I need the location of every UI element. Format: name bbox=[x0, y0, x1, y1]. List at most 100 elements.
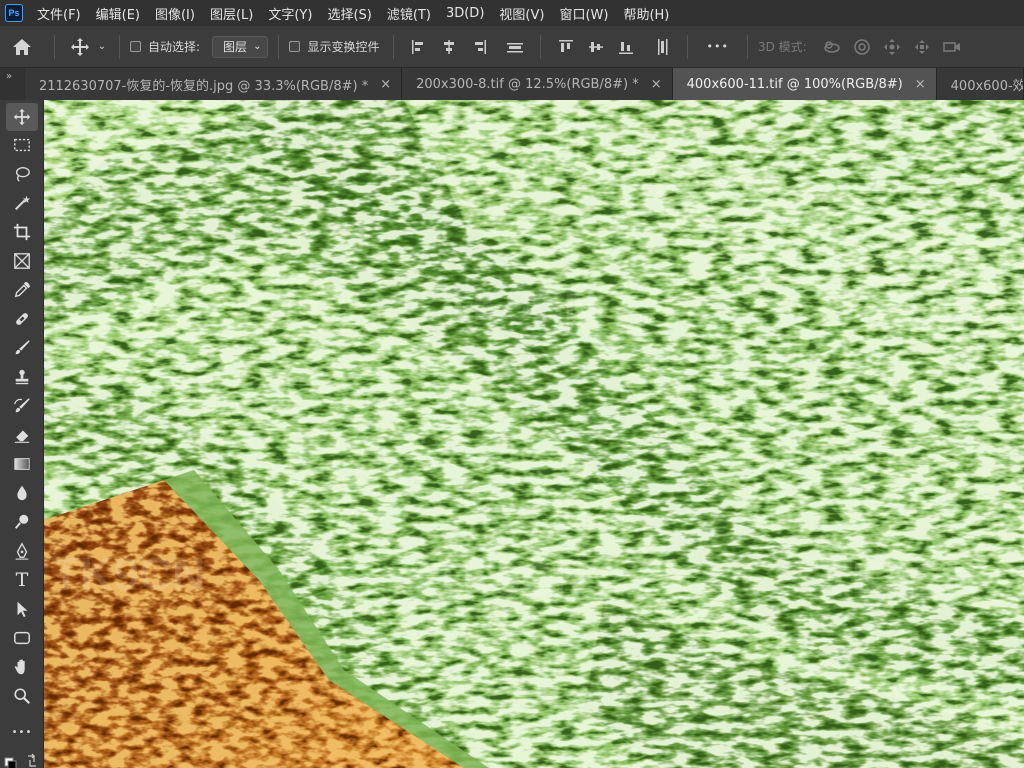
document-canvas[interactable]: TK9CN TK9CN TK9CN TK9CN bbox=[44, 100, 1024, 768]
distribute-icon[interactable] bbox=[504, 36, 526, 58]
tab-document-1[interactable]: 2112630707-恢复的-恢复的.jpg @ 33.3%(RGB/8#) *… bbox=[24, 68, 403, 100]
magic-wand-icon bbox=[14, 195, 31, 211]
align-center-h-icon[interactable] bbox=[438, 36, 460, 58]
eraser-tool[interactable] bbox=[6, 421, 38, 449]
menu-3d[interactable]: 3D(D) bbox=[446, 6, 484, 21]
close-icon[interactable]: × bbox=[915, 77, 926, 92]
chevron-down-icon[interactable]: ⌄ bbox=[95, 41, 109, 52]
dodge-icon bbox=[14, 514, 29, 529]
history-brush-icon bbox=[14, 398, 30, 413]
tab-label: 400x600-11.tif @ 100%(RGB/8#) bbox=[686, 76, 903, 92]
crop-tool[interactable] bbox=[6, 218, 38, 246]
rect-marquee-icon bbox=[14, 138, 30, 152]
separator bbox=[278, 34, 280, 59]
eraser-icon bbox=[14, 430, 30, 443]
separator bbox=[746, 34, 748, 59]
menu-edit[interactable]: 编辑(E) bbox=[96, 4, 140, 23]
align-bottom-icon[interactable] bbox=[615, 36, 637, 58]
menu-filter[interactable]: 滤镜(T) bbox=[387, 4, 431, 23]
dodge-tool[interactable] bbox=[6, 508, 38, 536]
gradient-icon bbox=[14, 458, 30, 470]
canvas-image: TK9CN TK9CN TK9CN TK9CN bbox=[44, 100, 1024, 768]
lasso-tool[interactable] bbox=[6, 160, 38, 188]
move-icon bbox=[13, 108, 31, 126]
eyedropper-tool[interactable] bbox=[6, 276, 38, 304]
zoom-icon bbox=[14, 688, 30, 704]
3d-orbit-icon[interactable] bbox=[821, 36, 843, 58]
menu-layer[interactable]: 图层(L) bbox=[210, 4, 253, 23]
auto-select-label: 自动选择: bbox=[148, 40, 201, 54]
align-right-icon[interactable] bbox=[468, 36, 490, 58]
watermark-text: TK9CN bbox=[824, 553, 977, 605]
align-left-icon[interactable] bbox=[408, 36, 430, 58]
move-tool-preset-icon[interactable] bbox=[65, 37, 95, 57]
watermark-text: TK9CN bbox=[434, 553, 587, 605]
home-icon[interactable] bbox=[0, 26, 44, 68]
drop-icon bbox=[17, 485, 27, 501]
menu-bar: Ps 文件(F) 编辑(E) 图像(I) 图层(L) 文字(Y) 选择(S) 滤… bbox=[0, 0, 1024, 26]
close-icon[interactable]: × bbox=[651, 77, 662, 92]
menu-image[interactable]: 图像(I) bbox=[155, 4, 195, 23]
color-swatches[interactable] bbox=[4, 752, 40, 768]
menu-window[interactable]: 窗口(W) bbox=[559, 4, 608, 23]
move-tool[interactable] bbox=[6, 103, 38, 131]
hand-icon bbox=[14, 659, 25, 675]
menu-select[interactable]: 选择(S) bbox=[327, 4, 371, 23]
tab-document-2[interactable]: 200x300-8.tif @ 12.5%(RGB/8#) * × bbox=[402, 68, 673, 100]
more-tools[interactable]: ••• bbox=[6, 718, 38, 746]
watermark-text: TK9CN bbox=[444, 278, 597, 330]
align-middle-v-icon[interactable] bbox=[585, 36, 607, 58]
panel-collapse-icon[interactable]: » bbox=[0, 68, 25, 100]
pen-icon bbox=[15, 542, 29, 560]
3d-camera-icon[interactable] bbox=[941, 36, 963, 58]
type-tool[interactable]: T bbox=[6, 566, 38, 594]
watermark-text: TK9CN bbox=[52, 548, 205, 600]
tab-document-3[interactable]: 400x600-11.tif @ 100%(RGB/8#) × bbox=[672, 68, 937, 100]
show-transform-label: 显示变换控件 bbox=[307, 40, 380, 54]
bandage-icon bbox=[16, 313, 28, 325]
menu-help[interactable]: 帮助(H) bbox=[623, 4, 669, 23]
healing-tool[interactable] bbox=[6, 305, 38, 333]
close-icon[interactable]: × bbox=[380, 77, 391, 92]
show-transform-checkbox[interactable] bbox=[289, 41, 301, 52]
separator bbox=[119, 34, 120, 59]
crop-icon bbox=[13, 223, 31, 241]
menu-file[interactable]: 文件(F) bbox=[37, 4, 81, 23]
3d-mode-label: 3D 模式: bbox=[757, 40, 807, 54]
3d-pan-icon[interactable] bbox=[881, 36, 903, 58]
frame-tool[interactable] bbox=[6, 247, 38, 275]
ellipsis-icon: ••• bbox=[11, 726, 33, 738]
menu-type[interactable]: 文字(Y) bbox=[268, 4, 312, 23]
tab-label: 200x300-8.tif @ 12.5%(RGB/8#) * bbox=[416, 76, 639, 92]
tab-document-4[interactable]: 400x600-效果图-咖啡色 bbox=[936, 68, 1024, 100]
chevron-down-icon: ⌄ bbox=[253, 41, 262, 52]
tab-label: 2112630707-恢复的-恢复的.jpg @ 33.3%(RGB/8#) * bbox=[38, 78, 369, 94]
tools-panel: T ••• bbox=[0, 100, 44, 768]
3d-slide-icon[interactable] bbox=[911, 36, 933, 58]
brush-tool[interactable] bbox=[6, 334, 38, 362]
shape-tool[interactable] bbox=[6, 624, 38, 652]
menu-view[interactable]: 视图(V) bbox=[499, 4, 544, 23]
history-brush-tool[interactable] bbox=[6, 392, 38, 420]
path-select-tool[interactable] bbox=[6, 595, 38, 623]
zoom-tool[interactable] bbox=[6, 682, 38, 710]
brush-icon bbox=[15, 340, 30, 355]
align-top-icon[interactable] bbox=[555, 36, 577, 58]
more-options-button[interactable]: ••• bbox=[706, 40, 728, 53]
blur-tool[interactable] bbox=[6, 479, 38, 507]
auto-select-checkbox[interactable] bbox=[130, 41, 141, 52]
document-tabs: » 2112630707-恢复的-恢复的.jpg @ 33.3%(RGB/8#)… bbox=[0, 68, 1024, 100]
marquee-tool[interactable] bbox=[6, 131, 38, 159]
hand-tool[interactable] bbox=[6, 653, 38, 681]
stamp-icon bbox=[15, 369, 29, 385]
stamp-tool[interactable] bbox=[6, 363, 38, 391]
3d-roll-icon[interactable] bbox=[851, 36, 873, 58]
pen-tool[interactable] bbox=[6, 537, 38, 565]
layer-select-value: 图层 bbox=[223, 40, 248, 54]
distribute-v-icon[interactable] bbox=[651, 36, 673, 58]
photoshop-logo-icon[interactable]: Ps bbox=[5, 4, 23, 22]
rounded-rect-icon bbox=[14, 631, 30, 645]
gradient-tool[interactable] bbox=[6, 450, 38, 478]
magic-wand-tool[interactable] bbox=[6, 189, 38, 217]
layer-select[interactable]: 图层 ⌄ bbox=[212, 35, 269, 58]
